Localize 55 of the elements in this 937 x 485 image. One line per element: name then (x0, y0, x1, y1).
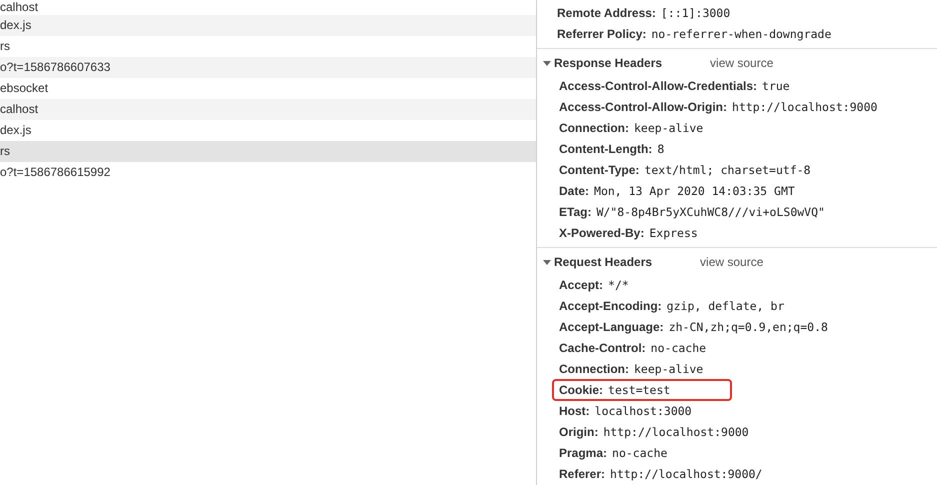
header-name: Connection: (559, 120, 629, 134)
header-value: no-cache (650, 340, 706, 354)
request-row[interactable]: dex.js (0, 120, 536, 141)
header-name: Accept-Encoding: (559, 298, 662, 312)
header-value: localhost:3000 (594, 404, 692, 418)
view-source-link[interactable]: view source (700, 255, 764, 269)
header-value: http://localhost:9000 (732, 100, 878, 114)
request-row[interactable]: o?t=1586786607633 (0, 57, 536, 78)
request-row[interactable]: dex.js (0, 15, 536, 36)
header-name: Date: (559, 184, 590, 198)
header-value: 8 (657, 142, 664, 156)
header-value: W/"8-8p4Br5yXCuhWC8///vi+oLS0wVQ" (596, 204, 825, 218)
header-value: gzip, deflate, br (666, 298, 784, 312)
header-name: Content-Type: (559, 162, 640, 176)
header-value: Express (649, 226, 698, 240)
view-source-link[interactable]: view source (710, 56, 774, 70)
request-row[interactable]: rs (0, 141, 536, 162)
header-name: Origin: (559, 424, 598, 438)
header-value: keep-alive (634, 362, 704, 376)
header-name: Connection: (559, 362, 629, 376)
header-name: Cache-Control: (559, 340, 646, 354)
header-name: Content-Length: (559, 142, 652, 156)
request-row[interactable]: calhost (0, 0, 536, 15)
header-value: [::1]:3000 (660, 6, 730, 20)
disclosure-triangle-icon[interactable] (543, 258, 551, 266)
header-value: no-referrer-when-downgrade (651, 26, 832, 40)
header-name: Referer: (559, 466, 606, 480)
header-value: */* (608, 278, 629, 292)
request-row[interactable]: ebsocket (0, 78, 536, 99)
header-value: no-cache (612, 446, 668, 460)
disclosure-triangle-icon[interactable] (543, 59, 551, 67)
header-name: ETag: (559, 204, 592, 218)
header-name: Remote Address: (557, 6, 656, 20)
header-value: text/html; charset=utf-8 (644, 162, 811, 176)
request-row[interactable]: o?t=1586786615992 (0, 162, 536, 183)
header-value: true (762, 78, 790, 92)
header-name: Accept: (559, 278, 604, 292)
request-row[interactable]: rs (0, 36, 536, 57)
header-value: zh-CN,zh;q=0.9,en;q=0.8 (668, 320, 828, 334)
header-name: Access-Control-Allow-Credentials: (559, 78, 758, 92)
header-name: X-Powered-By: (559, 226, 644, 240)
section-title[interactable]: Request Headers (554, 255, 652, 269)
header-value: http://localhost:9000/ (610, 466, 762, 480)
header-name: Referrer Policy: (557, 26, 646, 40)
header-name: Access-Control-Allow-Origin: (559, 100, 728, 114)
header-name: Accept-Language: (559, 320, 664, 334)
header-value: test=test (608, 382, 670, 396)
header-value: Mon, 13 Apr 2020 14:03:35 GMT (594, 184, 795, 198)
header-name: Pragma: (559, 446, 608, 460)
header-value: keep-alive (634, 120, 704, 134)
header-name: Cookie: (559, 382, 604, 396)
header-value: http://localhost:9000 (603, 424, 749, 438)
request-row[interactable]: calhost (0, 99, 536, 120)
header-name: Host: (559, 404, 590, 418)
section-title[interactable]: Response Headers (554, 56, 662, 70)
